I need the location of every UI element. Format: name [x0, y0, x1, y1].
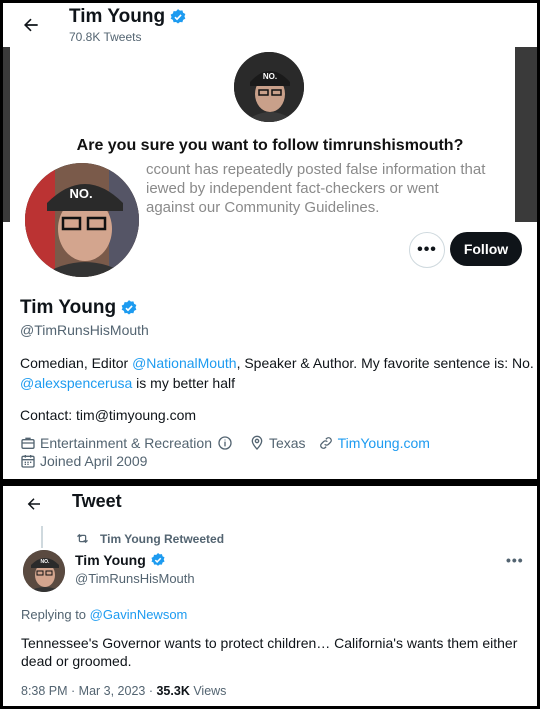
more-options-button[interactable]: •••: [409, 232, 445, 268]
tweet-author-name[interactable]: Tim Young: [75, 552, 166, 568]
thread-connector: [41, 526, 43, 548]
back-button[interactable]: [21, 491, 47, 517]
back-arrow-icon: [24, 18, 38, 32]
tweet-timestamp-views: 8:38 PM · Mar 3, 2023 · 35.3K Views: [21, 684, 227, 698]
tweet-screenshot: Tweet Tim Young Retweeted NO. Tim Young …: [3, 486, 537, 706]
briefcase-icon: [21, 437, 35, 449]
warning-line-3: against our Community Guidelines.: [146, 199, 380, 216]
mention-gavinnewsom[interactable]: @GavinNewsom: [90, 607, 188, 622]
verified-badge-icon: [151, 553, 165, 566]
back-button[interactable]: [17, 11, 45, 39]
link-icon: [319, 437, 332, 449]
joined-item: Joined April 2009: [20, 453, 147, 469]
profile-handle: @TimRunsHisMouth: [20, 322, 149, 338]
verified-badge-icon: [170, 9, 186, 24]
warning-line-1: ccount has repeatedly posted false infor…: [146, 161, 486, 178]
tweet-author-avatar[interactable]: NO.: [23, 550, 65, 592]
follow-button[interactable]: Follow: [450, 232, 522, 266]
page-title: Tweet: [72, 491, 122, 511]
profile-topbar: Tim Young 70.8K Tweets: [3, 3, 537, 47]
info-icon[interactable]: [217, 435, 233, 451]
views-count: 35.3K: [156, 684, 190, 698]
verified-badge-icon: [121, 300, 137, 315]
profile-meta-row: Entertainment & Recreation Texas TimYoun…: [20, 435, 442, 451]
mention-nationalmouth[interactable]: @NationalMouth: [132, 355, 237, 371]
back-arrow-icon: [27, 498, 40, 510]
profile-screenshot: Tim Young 70.8K Tweets NO. Are you sure …: [3, 3, 537, 479]
banner-edge-left: [3, 47, 10, 222]
retweet-icon: [77, 533, 88, 544]
profile-name: Tim Young: [20, 297, 138, 319]
mention-alexspencerusa[interactable]: @alexspencerusa: [20, 375, 132, 391]
retweet-indicator: Tim Young Retweeted: [75, 531, 224, 546]
svg-text:NO.: NO.: [263, 72, 277, 81]
bio-line-1: Comedian, Editor @NationalMouth, Speaker…: [20, 355, 534, 371]
banner-avatar-image: NO.: [234, 52, 304, 122]
replying-to: Replying to @GavinNewsom: [21, 607, 188, 622]
tweet-text: Tennessee's Governor wants to protect ch…: [21, 635, 518, 669]
svg-text:NO.: NO.: [41, 559, 51, 565]
calendar-icon: [21, 455, 35, 468]
tweet-more-button[interactable]: •••: [506, 552, 524, 568]
location-pin-icon: [251, 435, 263, 450]
bio-line-2: @alexspencerusa is my better half: [20, 375, 235, 391]
location-item: Texas: [249, 435, 306, 451]
warning-line-2: iewed by independent fact-checkers or we…: [146, 180, 439, 197]
tweet-count: 70.8K Tweets: [69, 30, 142, 44]
website-item: TimYoung.com: [318, 435, 430, 451]
profile-joined-row: Joined April 2009: [20, 453, 159, 469]
profile-avatar[interactable]: NO.: [21, 159, 143, 281]
website-link[interactable]: TimYoung.com: [338, 435, 430, 451]
header-profile-name: Tim Young: [69, 6, 187, 28]
banner-edge-right: [515, 47, 537, 222]
profile-contact: Contact: tim@timyoung.com: [20, 407, 197, 423]
tweet-author-handle[interactable]: @TimRunsHisMouth: [75, 571, 195, 586]
follow-confirmation-question: Are you sure you want to follow timrunsh…: [76, 137, 464, 154]
category-item: Entertainment & Recreation: [20, 435, 237, 451]
svg-text:NO.: NO.: [69, 186, 92, 201]
